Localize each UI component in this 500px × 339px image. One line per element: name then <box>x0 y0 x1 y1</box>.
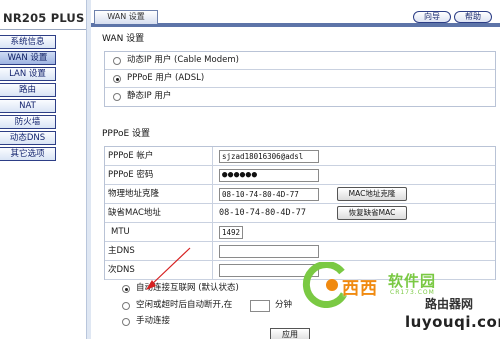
form-row-primary-dns: 主DNS <box>105 242 495 261</box>
mac-clone-input[interactable]: 08-10-74-80-4D-77 <box>219 188 319 201</box>
radio-auto-connect[interactable] <box>122 285 130 293</box>
account-input[interactable]: sjzad18016306@adsl <box>219 150 319 163</box>
sidebar-item-routing[interactable]: 路由 <box>0 83 56 97</box>
sidebar-item-nat[interactable]: NAT <box>0 99 56 113</box>
tab-wan-settings[interactable]: WAN 设置 <box>94 10 158 24</box>
sidebar-item-wan[interactable]: WAN 设置 <box>0 51 56 65</box>
wan-option-label: 静态IP 用户 <box>127 91 172 101</box>
wan-option-label: PPPoE 用户 (ADSL) <box>127 73 205 83</box>
radio-pppoe[interactable] <box>113 75 121 83</box>
mac-clone-label: 物理地址克隆 <box>105 185 213 203</box>
form-row-mtu: MTU 1492 <box>105 223 495 242</box>
form-row-default-mac: 缺省MAC地址 08-10-74-80-4D-77 恢复缺省MAC <box>105 204 495 223</box>
form-row-account: PPPoE 帐户 sjzad18016306@adsl <box>105 147 495 166</box>
wizard-button[interactable]: 向导 <box>413 11 451 23</box>
wan-section-title: WAN 设置 <box>102 34 145 44</box>
wan-option-label: 动态IP 用户 (Cable Modem) <box>127 55 239 65</box>
restore-mac-button[interactable]: 恢复缺省MAC <box>337 206 407 220</box>
brand-divider <box>0 29 86 30</box>
form-row-mac-clone: 物理地址克隆 08-10-74-80-4D-77 MAC地址克隆 <box>105 185 495 204</box>
mtu-input[interactable]: 1492 <box>219 226 243 239</box>
watermark-site-cn: 路由器网 <box>425 295 474 312</box>
password-input[interactable]: ●●●●●● <box>219 169 319 182</box>
sidebar-rail <box>86 0 91 339</box>
watermark-site-url: luyouqi.com <box>405 313 500 331</box>
brand-title: NR205 PLUS <box>3 11 85 25</box>
radio-static-ip[interactable] <box>113 93 121 101</box>
help-button[interactable]: 帮助 <box>454 11 492 23</box>
mtu-label: MTU <box>105 223 213 241</box>
watermark-text-green: 软件园 <box>388 272 437 290</box>
sidebar: NR205 PLUS 系统信息 WAN 设置 LAN 设置 路由 NAT 防火墙… <box>0 0 86 339</box>
sidebar-item-ddns[interactable]: 动态DNS <box>0 131 56 145</box>
account-label: PPPoE 帐户 <box>105 147 213 165</box>
sidebar-item-lan[interactable]: LAN 设置 <box>0 67 56 81</box>
wan-type-options: 动态IP 用户 (Cable Modem) PPPoE 用户 (ADSL) 静态… <box>104 51 496 107</box>
default-mac-value: 08-10-74-80-4D-77 <box>219 208 306 218</box>
idle-minutes-unit: 分钟 <box>275 300 293 310</box>
radio-manual-connect[interactable] <box>122 318 130 326</box>
conn-option-label: 空闲或超时后自动断开,在 <box>136 300 233 310</box>
form-row-password: PPPoE 密码 ●●●●●● <box>105 166 495 185</box>
secondary-dns-label: 次DNS <box>105 261 213 279</box>
radio-idle-disconnect[interactable] <box>122 302 130 310</box>
conn-option-label: 自动连接互联网 (默认状态) <box>136 283 239 293</box>
primary-dns-input[interactable] <box>219 245 319 258</box>
sidebar-item-other[interactable]: 其它选项 <box>0 147 56 161</box>
sidebar-item-firewall[interactable]: 防火墙 <box>0 115 56 129</box>
sidebar-item-system-info[interactable]: 系统信息 <box>0 35 56 49</box>
wan-option-static[interactable]: 静态IP 用户 <box>105 88 495 106</box>
mac-clone-button[interactable]: MAC地址克隆 <box>337 187 407 201</box>
wan-option-pppoe[interactable]: PPPoE 用户 (ADSL) <box>105 70 495 88</box>
sidebar-nav: 系统信息 WAN 设置 LAN 设置 路由 NAT 防火墙 动态DNS 其它选项 <box>0 35 56 163</box>
watermark-text-orange: 西西 <box>342 279 378 299</box>
conn-option-label: 手动连接 <box>136 316 171 326</box>
wan-option-dynamic[interactable]: 动态IP 用户 (Cable Modem) <box>105 52 495 70</box>
top-bar: WAN 设置 向导 帮助 <box>91 10 500 27</box>
password-label: PPPoE 密码 <box>105 166 213 184</box>
radio-dynamic-ip[interactable] <box>113 57 121 65</box>
idle-minutes-input[interactable] <box>250 300 270 312</box>
primary-dns-label: 主DNS <box>105 242 213 260</box>
pppoe-section-title: PPPoE 设置 <box>102 129 151 139</box>
default-mac-label: 缺省MAC地址 <box>105 204 213 222</box>
apply-button[interactable]: 应用 <box>270 328 310 339</box>
